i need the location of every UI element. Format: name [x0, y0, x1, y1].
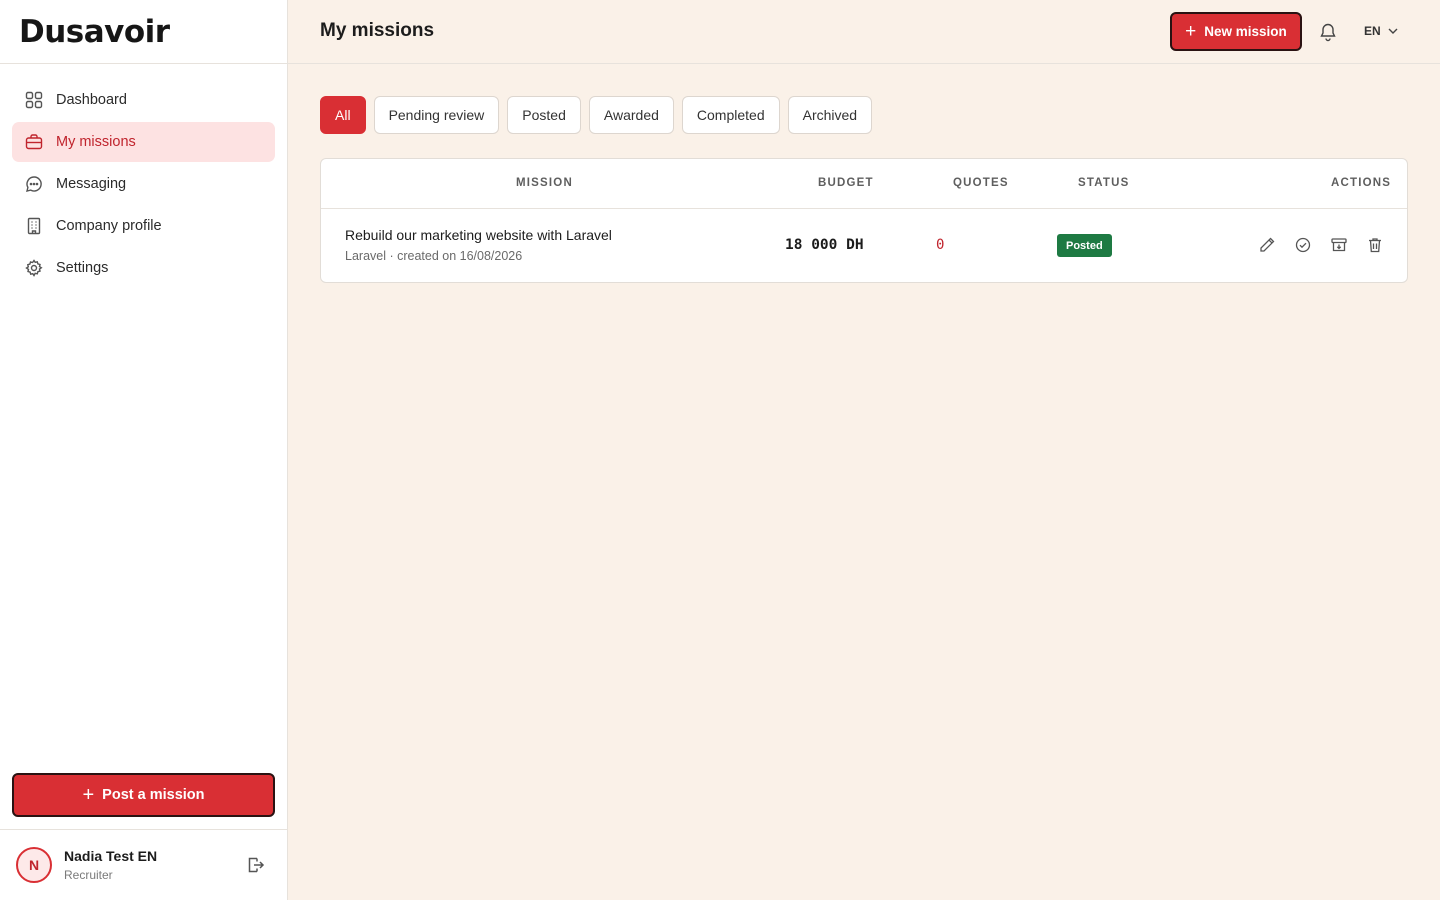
new-mission-label: New mission — [1204, 24, 1287, 39]
trash-icon[interactable] — [1366, 236, 1384, 254]
sidebar-item-label: Company profile — [56, 218, 162, 234]
language-label: EN — [1364, 24, 1381, 38]
post-mission-label: Post a mission — [102, 787, 205, 803]
user-role: Recruiter — [64, 868, 113, 882]
logout-icon[interactable] — [245, 855, 265, 875]
avatar[interactable]: N — [16, 847, 52, 883]
page-title: My missions — [320, 20, 435, 41]
sidebar-item-dashboard[interactable]: Dashboard — [12, 80, 275, 120]
sidebar-item-label: Settings — [56, 260, 109, 276]
sidebar: Dusavoir Dashboard My missions Messaging… — [0, 0, 288, 900]
sidebar-nav: Dashboard My missions Messaging Company … — [0, 64, 287, 288]
sidebar-item-company-profile[interactable]: Company profile — [12, 206, 275, 246]
mission-subtitle: Laravel · created on 16/08/2026 — [345, 249, 523, 263]
language-selector[interactable]: EN — [1364, 24, 1399, 38]
logo-bar: Dusavoir — [0, 0, 287, 64]
user-profile: N Nadia Test EN Recruiter — [0, 829, 287, 900]
sidebar-item-my-missions[interactable]: My missions — [12, 122, 275, 162]
edit-icon[interactable] — [1258, 236, 1276, 254]
user-info: Nadia Test EN Recruiter — [64, 848, 157, 882]
tab-archived[interactable]: Archived — [787, 96, 873, 134]
tab-all[interactable]: All — [320, 96, 366, 134]
app-logo[interactable]: Dusavoir — [19, 14, 170, 50]
user-name: Nadia Test EN — [64, 848, 158, 864]
grid-icon — [24, 90, 44, 110]
missions-table: MISSION BUDGET QUOTES STATUS ACTIONS Reb… — [320, 158, 1408, 283]
sidebar-item-label: Messaging — [56, 176, 127, 192]
post-mission-button[interactable]: + Post a mission — [12, 773, 275, 817]
mission-title[interactable]: Rebuild our marketing website with Larav… — [345, 227, 612, 243]
sidebar-item-label: Dashboard — [56, 92, 127, 108]
column-header-budget: BUDGET — [818, 177, 874, 189]
tab-awarded[interactable]: Awarded — [588, 96, 674, 134]
chat-icon — [24, 174, 44, 194]
sidebar-item-settings[interactable]: Settings — [12, 248, 275, 288]
bell-icon[interactable] — [1318, 22, 1338, 42]
status-badge: Posted — [1057, 234, 1112, 257]
new-mission-button[interactable]: + New mission — [1170, 12, 1302, 51]
mission-budget: 18 000 DH — [785, 237, 864, 253]
briefcase-icon — [24, 132, 44, 152]
tab-completed[interactable]: Completed — [681, 96, 780, 134]
building-icon — [24, 216, 44, 236]
gear-icon — [24, 258, 44, 278]
column-header-actions: ACTIONS — [1331, 177, 1392, 189]
tab-posted[interactable]: Posted — [507, 96, 581, 134]
mission-quotes-count: 0 — [936, 237, 945, 253]
table-row[interactable]: Rebuild our marketing website with Larav… — [321, 209, 1407, 283]
top-bar: My missions + New mission EN — [288, 0, 1440, 64]
plus-icon: + — [82, 784, 95, 806]
plus-icon: + — [1185, 21, 1197, 42]
status-filter-tabs: All Pending review Posted Awarded Comple… — [320, 96, 880, 134]
sidebar-item-messaging[interactable]: Messaging — [12, 164, 275, 204]
tab-pending-review[interactable]: Pending review — [373, 96, 500, 134]
column-header-status: STATUS — [1078, 177, 1130, 189]
chevron-down-icon — [1388, 28, 1398, 34]
table-header: MISSION BUDGET QUOTES STATUS ACTIONS — [321, 159, 1407, 209]
archive-icon[interactable] — [1330, 236, 1348, 254]
column-header-quotes: QUOTES — [953, 177, 1009, 189]
sidebar-item-label: My missions — [56, 134, 136, 150]
column-header-mission: MISSION — [516, 177, 573, 189]
check-circle-icon[interactable] — [1294, 236, 1312, 254]
